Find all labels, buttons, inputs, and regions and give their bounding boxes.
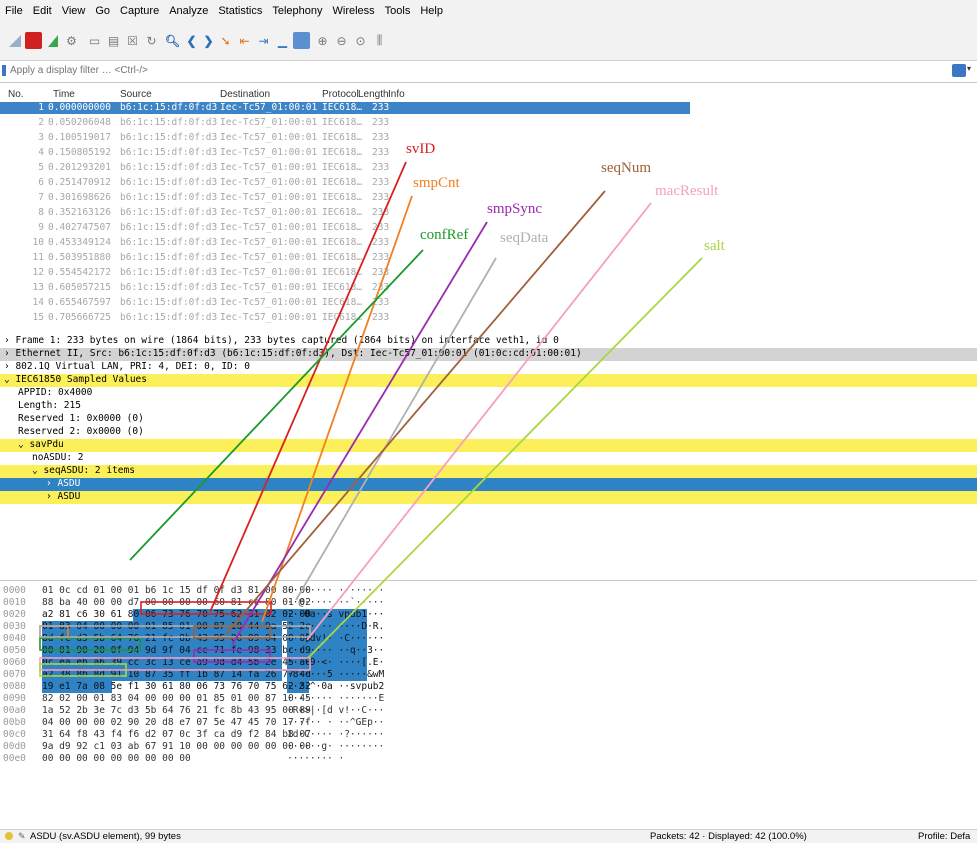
annotation-label-seqData: seqData <box>500 230 549 246</box>
leader-line-svID <box>209 161 407 613</box>
annotation-label-svID: svID <box>406 141 436 157</box>
status-profile[interactable]: Profile: Defa <box>918 831 970 842</box>
leader-line-confRef <box>129 249 424 561</box>
annotation-label-confRef: confRef <box>420 227 469 243</box>
status-packets: Packets: 42 · Displayed: 42 (100.0%) <box>650 831 807 842</box>
annotation-label-smpCnt: smpCnt <box>413 175 460 191</box>
status-selected-field: ASDU (sv.ASDU element), 99 bytes <box>30 831 181 842</box>
annotation-label-macResult: macResult <box>655 183 719 199</box>
status-bar: ✎ ASDU (sv.ASDU element), 99 bytes Packe… <box>0 829 977 843</box>
leader-line-salt <box>307 257 703 659</box>
edit-comment-icon[interactable]: ✎ <box>18 831 26 842</box>
leader-line-seqData <box>295 257 497 601</box>
annotation-overlay <box>39 161 703 677</box>
field-box-smpSync <box>193 649 271 663</box>
annotation-label-seqNum: seqNum <box>601 160 651 176</box>
field-box-confRef <box>39 637 141 651</box>
annotation-label-smpSync: smpSync <box>487 201 543 217</box>
annotation-label-salt: salt <box>704 238 725 254</box>
leader-line-macResult <box>306 202 652 641</box>
expert-info-icon[interactable] <box>5 832 13 840</box>
